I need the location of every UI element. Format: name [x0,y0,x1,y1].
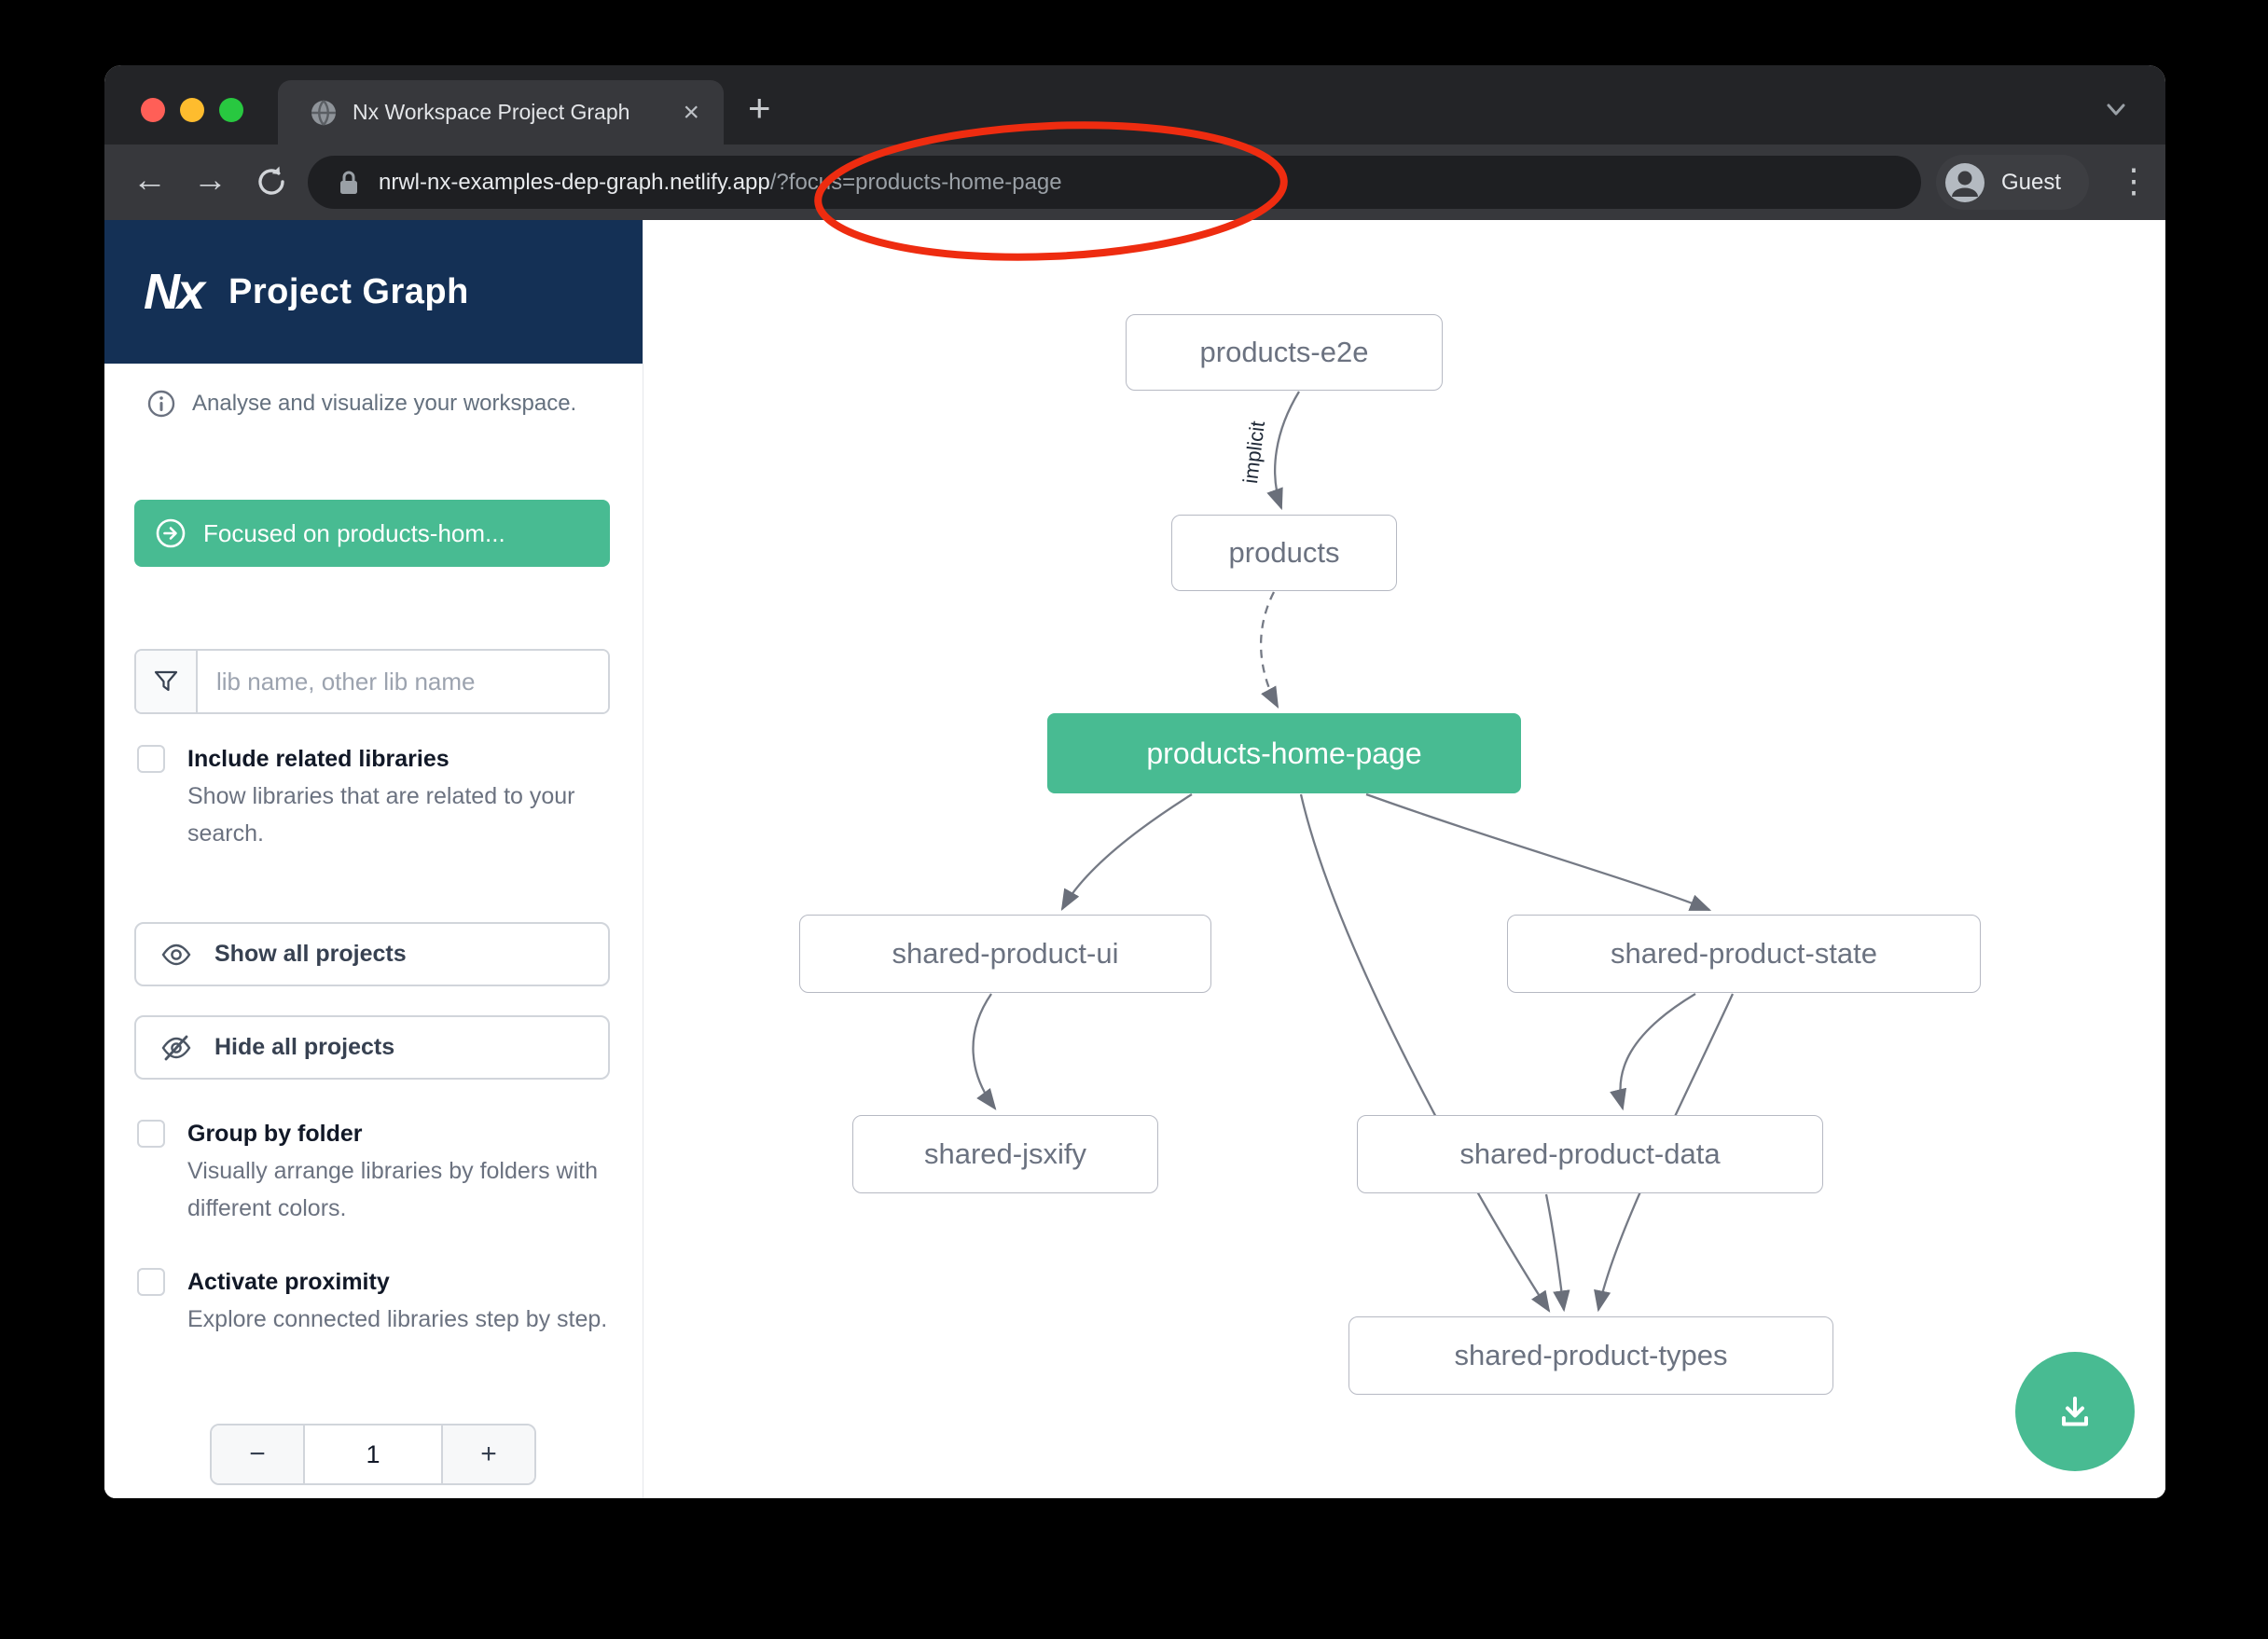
filter-input[interactable] [198,651,608,712]
proximity-stepper: − 1 + [210,1424,536,1485]
node-label: shared-product-data [1459,1137,1720,1171]
eye-off-icon [160,1032,192,1064]
minimize-window-button[interactable] [180,98,204,122]
chevron-down-icon[interactable] [2100,93,2132,125]
tab-strip: Nx Workspace Project Graph × + [104,65,2165,145]
info-icon [147,390,175,418]
node-label: shared-jsxify [924,1137,1086,1171]
close-window-button[interactable] [141,98,165,122]
group-by-folder-row: Group by folder Visually arrange librari… [137,1117,609,1227]
filter-icon [136,651,198,712]
show-all-projects-button[interactable]: Show all projects [134,922,610,986]
avatar-icon [1945,163,1984,202]
stepper-increment-button[interactable]: + [441,1426,534,1483]
stepper-decrement-button[interactable]: − [212,1426,305,1483]
activate-proximity-label: Activate proximity [187,1265,609,1299]
graph-node-shared-product-state[interactable]: shared-product-state [1507,915,1981,993]
back-button[interactable]: ← [132,158,167,202]
hide-all-projects-button[interactable]: Hide all projects [134,1015,610,1080]
address-bar[interactable]: nrwl-nx-examples-dep-graph.netlify.app/?… [308,156,1921,209]
include-related-label: Include related libraries [187,742,609,776]
graph-node-shared-product-data[interactable]: shared-product-data [1357,1115,1823,1193]
page-content: Nx Project Graph Analyse and visualize y… [104,220,2165,1498]
include-related-description: Show libraries that are related to your … [187,778,609,852]
edge-products-products-home-page [1261,592,1278,707]
download-button[interactable] [2015,1352,2135,1471]
focused-button-label: Focused on products-hom... [203,519,505,548]
tab-title: Nx Workspace Project Graph [353,100,629,125]
tab-close-icon[interactable]: × [683,99,699,127]
edge-shared-product-state-shared-product-data [1620,994,1695,1109]
edge-products-home-page-shared-product-types [1301,794,1549,1311]
node-label: shared-product-types [1455,1339,1728,1372]
graph-node-products[interactable]: products [1171,515,1397,591]
url-domain: nrwl-nx-examples-dep-graph.netlify.app [379,170,770,196]
edge-products-home-page-shared-product-ui [1062,794,1192,909]
browser-toolbar: ← → nrwl-nx-examples-dep-graph.netlify.a… [104,145,2165,220]
profile-label: Guest [2001,170,2061,196]
profile-button[interactable]: Guest [1936,155,2089,210]
node-label: products [1229,536,1340,570]
node-label: products-home-page [1146,737,1421,771]
filter-box [134,649,610,714]
focused-button[interactable]: Focused on products-hom... [134,500,610,567]
group-by-folder-label: Group by folder [187,1117,609,1150]
globe-favicon-icon [310,99,338,127]
tagline: Analyse and visualize your workspace. [147,390,576,418]
page-title: Project Graph [228,272,469,312]
browser-window: Nx Workspace Project Graph × + ← → nrwl-… [104,65,2165,1498]
hide-all-projects-label: Hide all projects [214,1034,394,1061]
graph-node-products-home-page[interactable]: products-home-page [1047,713,1521,793]
include-related-checkbox[interactable] [137,745,165,773]
zoom-window-button[interactable] [219,98,243,122]
download-icon [2051,1387,2099,1436]
nx-logo: Nx [144,267,202,317]
forward-button[interactable]: → [193,158,228,202]
browser-tab[interactable]: Nx Workspace Project Graph × [278,80,724,145]
edge-shared-product-data-shared-product-types [1546,1194,1564,1310]
node-label: shared-product-state [1611,937,1877,971]
activate-proximity-checkbox[interactable] [137,1268,165,1296]
graph-node-shared-product-ui[interactable]: shared-product-ui [799,915,1211,993]
node-label: products-e2e [1200,336,1369,369]
node-label: shared-product-ui [892,937,1119,971]
activate-proximity-description: Explore connected libraries step by step… [187,1301,609,1338]
arrow-right-circle-icon [155,517,187,549]
edge-shared-product-ui-shared-jsxify [973,994,995,1109]
new-tab-button[interactable]: + [748,86,771,131]
tagline-text: Analyse and visualize your workspace. [192,391,576,417]
edge-products-home-page-shared-product-state [1366,794,1709,910]
include-related-row: Include related libraries Show libraries… [137,742,609,852]
sidebar: Nx Project Graph Analyse and visualize y… [104,220,643,1498]
graph-node-shared-jsxify[interactable]: shared-jsxify [852,1115,1158,1193]
edge-products-e2e-products [1275,392,1299,508]
project-graph-canvas[interactable]: implicit products-e2e products products-… [643,220,2165,1498]
kebab-menu-icon[interactable]: ⋮ [2117,161,2150,200]
show-all-projects-label: Show all projects [214,941,407,968]
graph-node-shared-product-types[interactable]: shared-product-types [1348,1316,1833,1395]
reload-button[interactable] [252,162,291,201]
url-query: /?focus=products-home-page [770,170,1062,196]
activate-proximity-row: Activate proximity Explore connected lib… [137,1265,609,1338]
stepper-value[interactable]: 1 [305,1426,441,1483]
graph-edges: implicit [643,220,2165,1498]
group-by-folder-description: Visually arrange libraries by folders wi… [187,1152,609,1227]
group-by-folder-checkbox[interactable] [137,1120,165,1148]
graph-node-products-e2e[interactable]: products-e2e [1126,314,1443,391]
eye-icon [160,939,192,971]
edge-label-implicit: implicit [1238,420,1269,485]
screenshot-canvas: Nx Workspace Project Graph × + ← → nrwl-… [0,0,2268,1639]
lock-icon [338,169,360,197]
app-header: Nx Project Graph [104,220,643,364]
